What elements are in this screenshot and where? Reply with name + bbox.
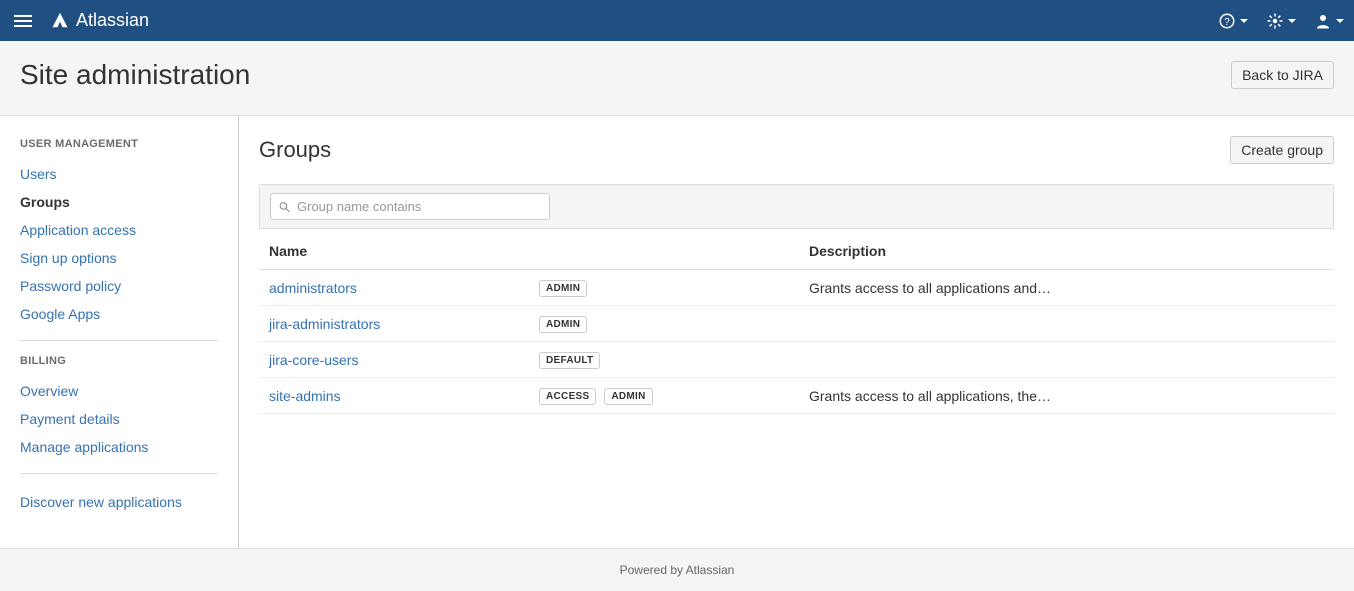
group-link[interactable]: administrators <box>269 280 357 296</box>
sidebar-item-label[interactable]: Overview <box>20 383 78 399</box>
sidebar-item-payment-details[interactable]: Payment details <box>20 405 218 433</box>
sidebar-item-sign-up-options[interactable]: Sign up options <box>20 244 218 272</box>
column-header-badges <box>529 229 799 270</box>
table-row: jira-administrators ADMIN <box>259 306 1334 342</box>
section-title: Groups <box>259 137 331 163</box>
footer-text: Powered by Atlassian <box>620 563 735 577</box>
group-link[interactable]: site-admins <box>269 388 341 404</box>
table-row: administrators ADMIN Grants access to al… <box>259 270 1334 306</box>
sidebar-item-label[interactable]: Sign up options <box>20 250 117 266</box>
sidebar-divider <box>20 473 218 474</box>
app-switcher-icon[interactable] <box>10 11 36 31</box>
sidebar-item-label[interactable]: Application access <box>20 222 136 238</box>
svg-text:?: ? <box>1224 16 1230 27</box>
sidebar-section-title: BILLING <box>20 355 218 367</box>
settings-menu[interactable] <box>1266 12 1296 30</box>
sidebar-section-billing: BILLING Overview Payment details Manage … <box>20 355 218 461</box>
help-menu[interactable]: ? <box>1218 12 1248 30</box>
atlassian-logo[interactable]: Atlassian <box>50 10 149 31</box>
column-header-name: Name <box>259 229 529 270</box>
group-badge: ADMIN <box>604 388 652 405</box>
top-nav: Atlassian ? <box>0 0 1354 41</box>
search-icon <box>278 200 291 213</box>
chevron-down-icon <box>1288 19 1296 23</box>
sidebar-item-application-access[interactable]: Application access <box>20 216 218 244</box>
group-badge: ACCESS <box>539 388 596 405</box>
column-header-description: Description <box>799 229 1334 270</box>
sidebar-item-label[interactable]: Users <box>20 166 57 182</box>
page-header: Site administration Back to JIRA <box>0 41 1354 116</box>
main-content: Groups Create group Name Description adm… <box>239 116 1354 548</box>
group-badge: ADMIN <box>539 316 587 333</box>
sidebar-section-title: USER MANAGEMENT <box>20 138 218 150</box>
table-row: jira-core-users DEFAULT <box>259 342 1334 378</box>
back-to-jira-button[interactable]: Back to JIRA <box>1231 61 1334 89</box>
sidebar-item-overview[interactable]: Overview <box>20 377 218 405</box>
sidebar-section-user-management: USER MANAGEMENT Users Groups Application… <box>20 138 218 328</box>
sidebar-item-google-apps[interactable]: Google Apps <box>20 300 218 328</box>
sidebar-item-groups[interactable]: Groups <box>20 188 218 216</box>
sidebar-item-password-policy[interactable]: Password policy <box>20 272 218 300</box>
chevron-down-icon <box>1240 19 1248 23</box>
page-title: Site administration <box>20 59 250 91</box>
groups-table: Name Description administrators ADMIN Gr… <box>259 229 1334 414</box>
sidebar-item-label[interactable]: Google Apps <box>20 306 100 322</box>
group-badge: DEFAULT <box>539 352 600 369</box>
sidebar-item-label[interactable]: Discover new applications <box>20 494 182 510</box>
sidebar-item-label: Groups <box>20 194 70 210</box>
group-link[interactable]: jira-core-users <box>269 352 358 368</box>
group-description <box>799 342 1334 378</box>
sidebar-item-users[interactable]: Users <box>20 160 218 188</box>
footer: Powered by Atlassian <box>0 548 1354 591</box>
sidebar-item-manage-applications[interactable]: Manage applications <box>20 433 218 461</box>
group-link[interactable]: jira-administrators <box>269 316 380 332</box>
create-group-button[interactable]: Create group <box>1230 136 1334 164</box>
group-description: Grants access to all applications and… <box>799 270 1334 306</box>
help-icon: ? <box>1218 12 1236 30</box>
group-search-input[interactable] <box>270 193 550 220</box>
sidebar-item-discover-new-applications[interactable]: Discover new applications <box>20 488 218 516</box>
user-icon <box>1314 12 1332 30</box>
sidebar-item-label[interactable]: Payment details <box>20 411 120 427</box>
table-row: site-admins ACCESS ADMIN Grants access t… <box>259 378 1334 414</box>
atlassian-logo-mark <box>50 11 70 31</box>
group-description: Grants access to all applications, the… <box>799 378 1334 414</box>
group-badge: ADMIN <box>539 280 587 297</box>
profile-menu[interactable] <box>1314 12 1344 30</box>
brand-text: Atlassian <box>76 10 149 31</box>
gear-icon <box>1266 12 1284 30</box>
sidebar-item-label[interactable]: Password policy <box>20 278 121 294</box>
chevron-down-icon <box>1336 19 1344 23</box>
search-bar <box>259 184 1334 229</box>
sidebar-item-label[interactable]: Manage applications <box>20 439 148 455</box>
sidebar-divider <box>20 340 218 341</box>
group-description <box>799 306 1334 342</box>
sidebar: USER MANAGEMENT Users Groups Application… <box>0 116 239 548</box>
